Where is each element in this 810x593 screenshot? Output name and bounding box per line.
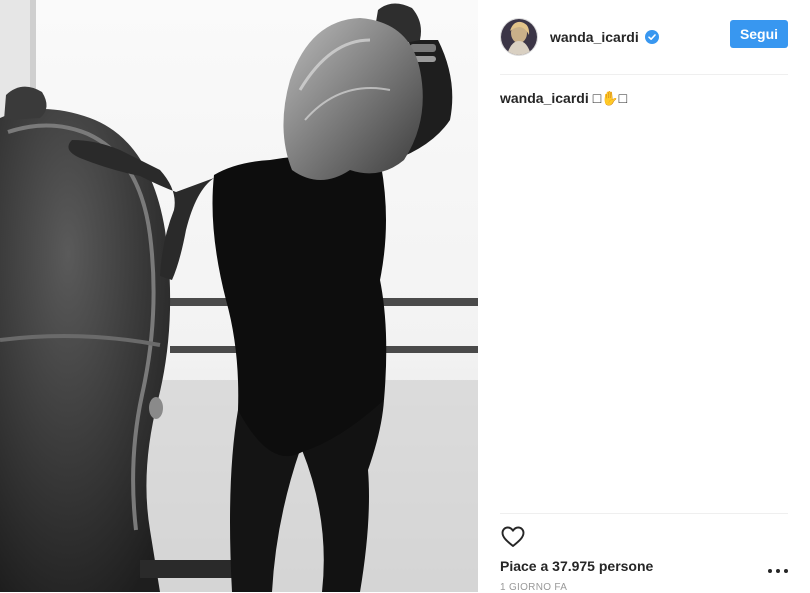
avatar-image: [501, 19, 537, 55]
more-dot: [768, 569, 772, 573]
author-avatar[interactable]: [500, 18, 538, 56]
post-photo-image: [0, 0, 478, 592]
caption-username[interactable]: wanda_icardi: [500, 90, 589, 106]
post-header: wanda_icardi Segui: [500, 0, 788, 75]
follow-button[interactable]: Segui: [730, 20, 788, 48]
post-photo[interactable]: [0, 0, 478, 592]
author-username[interactable]: wanda_icardi: [550, 29, 639, 45]
likes-count[interactable]: Piace a 37.975 persone: [500, 558, 653, 574]
instagram-post: wanda_icardi Segui wanda_icardi □✋□ Piace…: [0, 0, 810, 593]
post-caption: wanda_icardi □✋□: [500, 89, 788, 107]
post-footer: Piace a 37.975 persone 1 GIORNO FA: [500, 513, 788, 593]
more-dot: [784, 569, 788, 573]
caption-text: □✋□: [592, 90, 628, 106]
more-options-icon[interactable]: [768, 565, 788, 577]
post-timestamp[interactable]: 1 GIORNO FA: [500, 582, 567, 593]
heart-outline-icon[interactable]: [500, 524, 526, 550]
more-dot: [776, 569, 780, 573]
post-side-panel: wanda_icardi Segui wanda_icardi □✋□ Piace…: [478, 0, 810, 593]
verified-badge-icon: [644, 30, 659, 44]
